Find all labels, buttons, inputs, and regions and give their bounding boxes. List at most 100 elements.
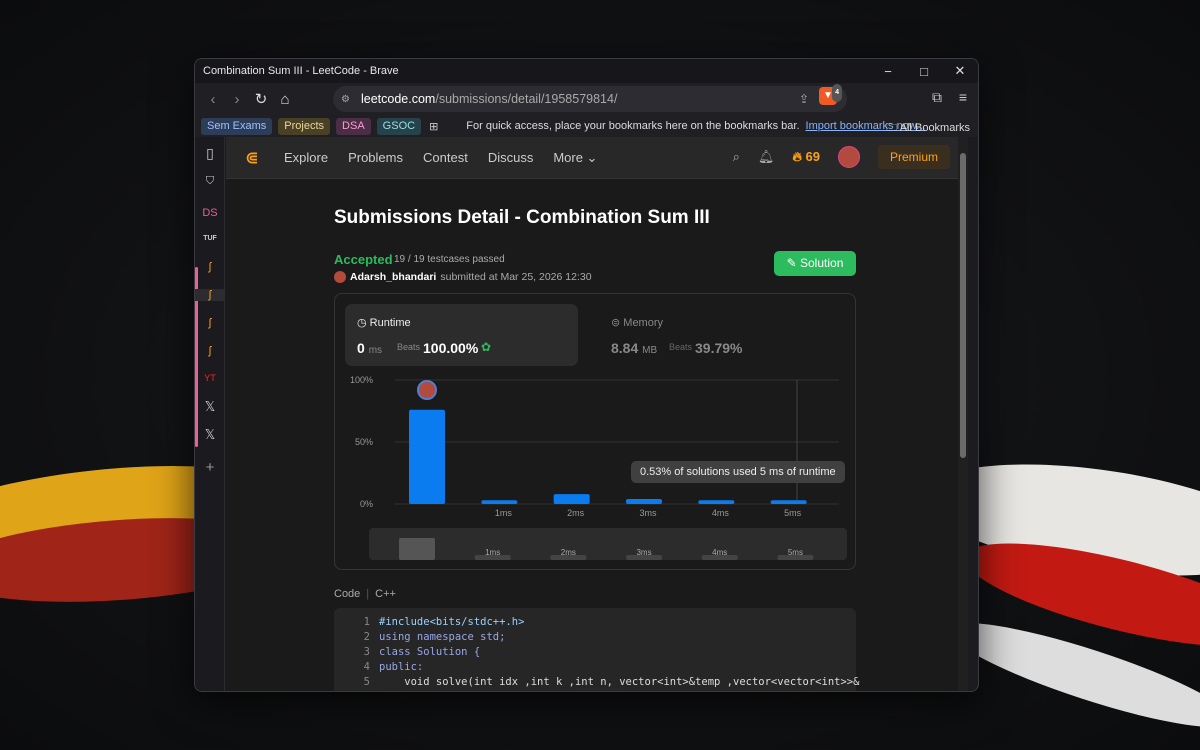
- memory-beats-label: Beats: [669, 342, 693, 352]
- bookmark-dsa[interactable]: DSA: [336, 117, 371, 135]
- close-button[interactable]: ✕: [942, 63, 978, 79]
- x-tick-label: 1ms: [495, 508, 513, 518]
- slider-tick-label: 1ms: [485, 548, 500, 557]
- shield-icon[interactable]: ⛉: [195, 175, 225, 188]
- shield-count: 4: [832, 84, 842, 102]
- chart-bar[interactable]: [409, 409, 445, 504]
- notification-icon[interactable]: 🔔︎: [758, 149, 775, 165]
- chart-bar[interactable]: [770, 500, 807, 504]
- chart-range-slider[interactable]: 1ms 2ms 3ms 4ms 5ms: [369, 528, 847, 560]
- status-badge: Accepted: [334, 252, 393, 267]
- x-tick-label: 2ms: [567, 508, 585, 518]
- scrollbar-thumb[interactable]: [960, 153, 966, 458]
- x-tick-label: 4ms: [712, 508, 730, 518]
- leetcode-logo-icon[interactable]: ⋐: [242, 148, 262, 168]
- sidebar-item-ds[interactable]: DS: [195, 207, 225, 219]
- leetcode-tab-icon[interactable]: ʃ: [195, 317, 225, 329]
- apps-icon[interactable]: ⊞: [429, 120, 438, 133]
- sidebar-toggle-icon[interactable]: ▯: [195, 145, 225, 162]
- slider-tick-label: 3ms: [636, 548, 651, 557]
- code-text: class Solution {: [379, 646, 481, 658]
- testcases-text: 19 / 19 testcases passed: [394, 254, 505, 265]
- bookmarks-message: For quick access, place your bookmarks h…: [466, 120, 800, 132]
- chart-bar[interactable]: [626, 499, 662, 504]
- add-icon[interactable]: +: [195, 459, 225, 476]
- browser-sidebar: ▯ ⛉ DS TUF ʃ ʃ ʃ ʃ YT 𝕏 𝕏 +: [195, 137, 225, 691]
- chart-bar[interactable]: [553, 494, 590, 504]
- runtime-card[interactable]: ◷ Runtime 0 ms Beats 100.00% ✿: [345, 304, 578, 366]
- nav-discuss[interactable]: Discuss: [488, 150, 534, 165]
- extensions-icon[interactable]: ⧉: [928, 89, 946, 106]
- code-line: 2 using namespace std;: [334, 631, 856, 646]
- solution-button[interactable]: ✎ Solution: [774, 251, 856, 276]
- forward-icon[interactable]: ›: [225, 91, 249, 108]
- slider-tick-label: 4ms: [712, 548, 727, 557]
- brave-shields-icon[interactable]: ▼ 4: [819, 84, 842, 105]
- x-icon[interactable]: 𝕏: [195, 399, 225, 415]
- leetcode-tab-icon[interactable]: ʃ: [195, 289, 225, 301]
- maximize-button[interactable]: □: [906, 64, 942, 79]
- share-icon[interactable]: ⇪: [793, 92, 815, 106]
- page-scrollbar[interactable]: [958, 137, 968, 691]
- reload-icon[interactable]: ↻: [249, 90, 273, 108]
- nav-problems[interactable]: Problems: [348, 150, 403, 165]
- leetcode-tab-icon[interactable]: ʃ: [195, 345, 225, 357]
- code-text: using namespace std;: [379, 631, 506, 643]
- browser-window: Combination Sum III - LeetCode - Brave −…: [194, 58, 979, 692]
- code-line: 5 void solve(int idx ,int k ,int n, vect…: [334, 676, 860, 691]
- slider-tick-label: 5ms: [788, 548, 803, 557]
- address-bar[interactable]: ⚙ leetcode.com/submissions/detail/195857…: [333, 86, 847, 112]
- bookmark-gsoc[interactable]: GSOC: [376, 117, 422, 135]
- line-number: 2: [363, 631, 370, 643]
- menu-icon[interactable]: ≡: [954, 89, 972, 106]
- chart-bar[interactable]: [698, 500, 735, 504]
- x-icon[interactable]: 𝕏: [195, 427, 225, 443]
- user-marker-avatar: [417, 380, 437, 400]
- submission-info: Adarsh_bhandari submitted at Mar 25, 202…: [334, 271, 592, 283]
- sidebar-item-tuf[interactable]: TUF: [195, 235, 225, 242]
- stats-panel: ◷ Runtime 0 ms Beats 100.00% ✿ ⊜ Memory …: [334, 293, 856, 570]
- chart-tooltip: 0.53% of solutions used 5 ms of runtime: [631, 461, 845, 483]
- avatar: [334, 271, 346, 283]
- nav-explore[interactable]: Explore: [284, 150, 328, 165]
- site-info-icon[interactable]: ⚙: [341, 94, 355, 105]
- memory-value: 8.84 MB: [611, 340, 658, 356]
- memory-label: ⊜ Memory: [611, 317, 664, 329]
- page-viewport: ⋐ Explore Problems Contest Discuss More …: [226, 137, 968, 691]
- avatar[interactable]: [837, 146, 860, 168]
- home-icon[interactable]: ⌂: [273, 91, 297, 108]
- code-line: 1 #include<bits/stdc++.h>: [334, 616, 856, 631]
- x-tick-label: 5ms: [784, 508, 802, 518]
- leetcode-navbar: ⋐ Explore Problems Contest Discuss More …: [226, 137, 968, 179]
- back-icon[interactable]: ‹: [201, 91, 225, 108]
- x-tick-label: 3ms: [639, 508, 657, 518]
- line-number: 1: [363, 616, 370, 628]
- leetcode-tab-icon[interactable]: ʃ: [195, 261, 225, 273]
- youtube-icon[interactable]: YT: [195, 373, 225, 383]
- chart-bar[interactable]: [481, 500, 518, 504]
- runtime-beats: 100.00%: [423, 340, 479, 356]
- search-icon[interactable]: ⌕: [733, 149, 740, 165]
- code-label: Code: [334, 588, 361, 600]
- slider-tick-label: 2ms: [561, 548, 576, 557]
- code-text: #include<bits/stdc++.h>: [379, 616, 525, 628]
- bookmark-sem-exams[interactable]: Sem Exams: [201, 117, 273, 135]
- premium-button[interactable]: Premium: [877, 145, 950, 169]
- code-line: 3 class Solution {: [334, 646, 856, 661]
- url-domain: leetcode.com: [361, 92, 436, 106]
- nav-more[interactable]: More ⌄: [553, 150, 597, 166]
- celebrate-icon: ✿: [481, 340, 492, 354]
- minimize-button[interactable]: −: [870, 64, 906, 79]
- streak-counter[interactable]: 🔥︎ 69: [792, 149, 820, 165]
- page-title: Submissions Detail - Combination Sum III: [334, 207, 710, 228]
- all-bookmarks-button[interactable]: 🗀 All Bookmarks: [886, 119, 970, 138]
- y-tick-label: 100%: [350, 375, 373, 385]
- runtime-distribution-chart[interactable]: 100% 50% 0% 1ms 2ms 3ms 4ms 5ms: [335, 370, 857, 518]
- nav-contest[interactable]: Contest: [423, 150, 468, 165]
- y-tick-label: 0%: [360, 499, 373, 509]
- bookmark-projects[interactable]: Projects: [278, 117, 331, 135]
- username-link[interactable]: Adarsh_bhandari: [350, 271, 436, 283]
- y-tick-label: 50%: [355, 437, 373, 447]
- code-block[interactable]: 1 #include<bits/stdc++.h> 2 using namespace…: [334, 608, 860, 691]
- runtime-label: ◷ Runtime: [357, 317, 411, 329]
